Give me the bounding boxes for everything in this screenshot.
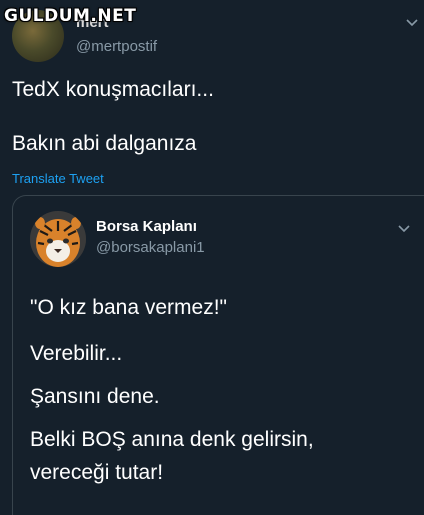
user-handle[interactable]: @mertpostif (76, 38, 157, 55)
tweet-text-line: Bakın abi dalganıza (12, 132, 197, 155)
chevron-down-icon[interactable] (406, 14, 418, 30)
translate-tweet-link[interactable]: Translate Tweet (12, 171, 104, 186)
quoted-user-handle[interactable]: @borsakaplani1 (96, 239, 205, 256)
quoted-user-display-name[interactable]: Borsa Kaplanı (96, 218, 197, 235)
quoted-user-avatar[interactable] (30, 211, 86, 267)
quoted-tweet-text-line: Verebilir... (30, 342, 123, 365)
quoted-tweet-text-line: Şansını dene. (30, 385, 160, 408)
quoted-tweet-text-line: Belki BOŞ anına denk gelirsin, (30, 428, 314, 451)
chevron-down-icon[interactable] (398, 220, 410, 236)
quoted-tweet-text-line: "O kız bana vermez!" (30, 296, 227, 319)
tweet-text-line: TedX konuşmacıları... (12, 78, 214, 101)
site-watermark: GULDUM.NET (4, 6, 137, 26)
quoted-tweet-text-line: vereceği tutar! (30, 461, 164, 484)
